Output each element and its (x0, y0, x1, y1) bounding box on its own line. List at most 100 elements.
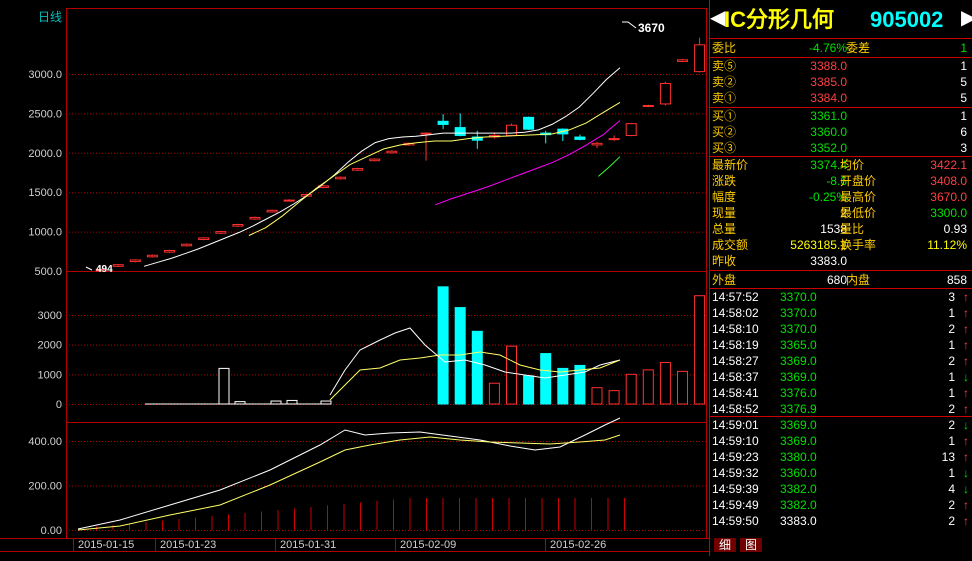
quote-row: 昨收 3383.0 (710, 253, 972, 269)
tick-price: 3365.0 (780, 338, 817, 352)
tick-direction-icon: ↑ (963, 290, 969, 304)
tick-row: 14:58:10 3370.0 2 ↑ (710, 321, 972, 337)
stock-name: IC分形几何 (724, 7, 835, 32)
tick-volume: 2 (948, 354, 955, 368)
date-tick-label: 2015-02-26 (550, 539, 606, 551)
date-tick-label: 2015-01-31 (280, 539, 336, 551)
tick-row: 14:57:52 3370.0 3 ↑ (710, 289, 972, 305)
bid-label: 买③ (712, 141, 737, 155)
tick-price: 3380.0 (780, 450, 817, 464)
quote-value: 5263185.1 (790, 238, 847, 252)
volume-tick-label: 2000 (38, 340, 62, 352)
price-tick-label: 2000.0 (28, 148, 62, 160)
chart-frame (66, 8, 707, 539)
tick-volume: 13 (941, 450, 955, 464)
tick-row: 14:59:23 3380.0 13 ↑ (710, 449, 972, 465)
tick-direction-icon: ↑ (963, 498, 969, 512)
outer-inner-row: 外盘 680 内盘 858 (710, 272, 972, 288)
candle-body (164, 250, 175, 253)
quote-label: 成交额 (712, 238, 749, 252)
volume-bar (540, 353, 552, 405)
quote-value: 3383.0 (810, 254, 847, 268)
quote-label: 总量 (712, 222, 737, 236)
volume-bar (659, 361, 671, 405)
tick-row: 14:59:10 3369.0 1 ↑ (710, 433, 972, 449)
outer-value: 680 (826, 273, 847, 287)
quote-label: 量比 (840, 222, 865, 236)
candle-body (352, 168, 364, 171)
candle-body (677, 59, 688, 62)
tick-price: 3370.0 (780, 290, 817, 304)
tick-row: 14:58:27 3369.0 2 ↑ (710, 353, 972, 369)
panel-tab-0[interactable]: 细 (714, 538, 736, 552)
tick-direction-icon: ↓ (963, 370, 969, 384)
quote-value: 11.12% (927, 238, 967, 252)
volume-tick-label: 0 (56, 399, 62, 411)
tick-volume: 2 (948, 322, 955, 336)
tick-time: 14:59:23 (712, 450, 759, 464)
tick-time: 14:58:02 (712, 306, 759, 320)
candle-body (454, 127, 466, 136)
low-pointer (85, 266, 93, 271)
date-tick-label: 2015-01-15 (78, 539, 134, 551)
volume-bar (591, 387, 603, 405)
panel-tab-1[interactable]: 图 (740, 538, 762, 552)
ask-row: 卖① 3384.0 5 (710, 90, 972, 106)
candle-body (523, 116, 535, 130)
outer-label: 外盘 (712, 273, 737, 287)
bid-volume: 1 (960, 109, 967, 123)
bid-row: 买③ 3352.0 3 (710, 140, 972, 156)
tick-time: 14:58:10 (712, 322, 759, 336)
candle-body (112, 264, 124, 267)
ask-row: 卖② 3385.0 5 (710, 74, 972, 90)
tick-direction-icon: ↑ (963, 402, 969, 416)
high-price-label: 3670 (638, 21, 665, 35)
tick-direction-icon: ↑ (963, 338, 969, 352)
volume-bar (286, 399, 298, 405)
period-label[interactable]: 日线 (38, 10, 62, 24)
quote-row: 涨跌 -8.6 开盘价 3408.0 (710, 173, 972, 189)
tick-price: 3382.0 (780, 482, 817, 496)
tick-volume: 2 (948, 514, 955, 528)
tick-volume: 1 (948, 434, 955, 448)
ask-price: 3385.0 (810, 75, 847, 89)
tick-row: 14:58:37 3369.0 1 ↓ (710, 369, 972, 385)
bid-row: 买① 3361.0 1 (710, 108, 972, 124)
price-tick-label: 2500.0 (28, 108, 62, 120)
tick-price: 3370.0 (780, 322, 817, 336)
inner-value: 858 (946, 273, 967, 287)
candle-body (129, 259, 141, 263)
kline-chart-area[interactable]: 日线 3000.0 2500.0 2000.0 1500.0 1000.0 500.0 30… (0, 0, 723, 556)
ask-price: 3384.0 (810, 91, 847, 105)
quote-row: 幅度 -0.25% 最高价 3670.0 (710, 189, 972, 205)
tick-volume: 3 (948, 290, 955, 304)
tick-price: 3370.0 (780, 306, 817, 320)
volume-bar (557, 367, 569, 405)
volume-bar (471, 330, 483, 405)
candle-body (591, 142, 603, 146)
divider (710, 270, 972, 271)
date-tick-label: 2015-02-09 (400, 539, 456, 551)
tick-volume: 2 (948, 418, 955, 432)
tick-price: 3369.0 (780, 370, 817, 384)
kline-chart[interactable]: 日线 3000.0 2500.0 2000.0 1500.0 1000.0 500.0 30… (0, 0, 723, 556)
quote-value: 3422.1 (930, 158, 967, 172)
tick-time: 14:59:49 (712, 498, 759, 512)
tick-volume: 1 (948, 386, 955, 400)
bid-price: 3352.0 (810, 141, 847, 155)
tick-row: 14:58:19 3365.0 1 ↑ (710, 337, 972, 353)
tick-direction-icon: ↑ (963, 450, 969, 464)
next-stock-arrow-icon[interactable]: ▶ (961, 8, 972, 28)
bid-volume: 3 (960, 141, 967, 155)
ask-label: 卖① (712, 91, 737, 105)
tick-direction-icon: ↑ (963, 322, 969, 336)
candle-body (215, 231, 227, 234)
candle-body (369, 158, 381, 162)
volume-bar (625, 373, 637, 405)
bid-label: 买① (712, 109, 737, 123)
tick-row: 14:58:41 3376.0 1 ↑ (710, 385, 972, 401)
tick-price: 3376.9 (780, 402, 817, 416)
tick-time: 14:59:01 (712, 418, 759, 432)
tick-time: 14:58:37 (712, 370, 759, 384)
volume-bar (677, 370, 688, 405)
